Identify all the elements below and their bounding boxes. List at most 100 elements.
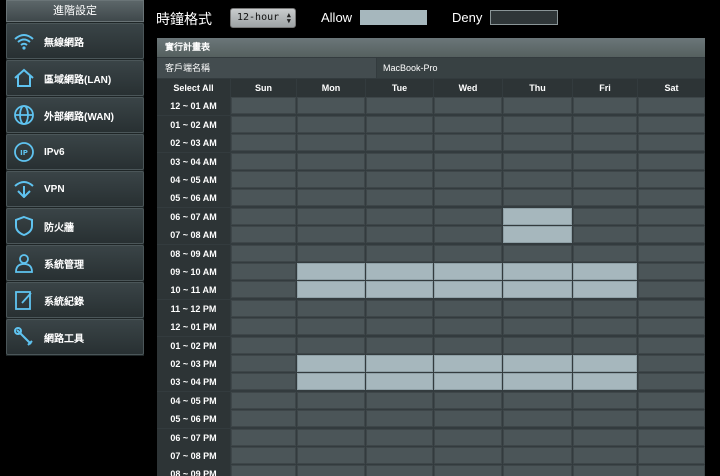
schedule-cell[interactable] [297, 318, 365, 336]
sidebar-item-lan[interactable]: 區域網路(LAN) [6, 60, 144, 96]
schedule-cell[interactable] [503, 281, 572, 299]
time-slot-label[interactable]: 05 ~ 06 PM [157, 410, 230, 429]
schedule-cell[interactable] [638, 189, 705, 207]
schedule-cell[interactable] [503, 115, 572, 133]
time-slot-label[interactable]: 08 ~ 09 AM [157, 244, 230, 263]
schedule-cell[interactable] [503, 355, 572, 372]
day-header-tue[interactable]: Tue [366, 79, 433, 97]
schedule-cell[interactable] [503, 391, 572, 409]
schedule-cell[interactable] [434, 391, 502, 409]
schedule-cell[interactable] [231, 410, 296, 428]
schedule-cell[interactable] [573, 134, 637, 152]
schedule-cell[interactable] [503, 336, 572, 354]
sidebar-item-network-tools[interactable]: 網路工具 [6, 319, 144, 355]
schedule-cell[interactable] [366, 336, 433, 354]
day-header-sat[interactable]: Sat [638, 79, 705, 97]
schedule-cell[interactable] [366, 373, 433, 391]
time-format-select[interactable]: 12-hour ▲ ▼ [230, 8, 296, 28]
schedule-cell[interactable] [297, 115, 365, 133]
schedule-cell[interactable] [434, 207, 502, 225]
schedule-cell[interactable] [503, 447, 572, 464]
schedule-cell[interactable] [573, 152, 637, 170]
schedule-cell[interactable] [231, 207, 296, 225]
schedule-cell[interactable] [297, 373, 365, 391]
day-header-wed[interactable]: Wed [434, 79, 502, 97]
schedule-cell[interactable] [231, 263, 296, 280]
schedule-cell[interactable] [638, 373, 705, 391]
schedule-cell[interactable] [297, 189, 365, 207]
schedule-cell[interactable] [573, 355, 637, 372]
schedule-cell[interactable] [231, 299, 296, 317]
schedule-cell[interactable] [366, 465, 433, 476]
schedule-cell[interactable] [573, 318, 637, 336]
schedule-cell[interactable] [434, 447, 502, 464]
schedule-cell[interactable] [573, 226, 637, 244]
schedule-cell[interactable] [503, 410, 572, 428]
schedule-cell[interactable] [638, 318, 705, 336]
schedule-cell[interactable] [434, 336, 502, 354]
schedule-cell[interactable] [638, 447, 705, 464]
schedule-cell[interactable] [573, 299, 637, 317]
schedule-cell[interactable] [573, 115, 637, 133]
schedule-cell[interactable] [434, 465, 502, 476]
schedule-cell[interactable] [297, 226, 365, 244]
day-header-fri[interactable]: Fri [573, 79, 637, 97]
sidebar-item-syslog[interactable]: 系統紀錄 [6, 282, 144, 318]
day-header-thu[interactable]: Thu [503, 79, 572, 97]
schedule-cell[interactable] [638, 152, 705, 170]
schedule-cell[interactable] [434, 152, 502, 170]
schedule-cell[interactable] [638, 207, 705, 225]
time-slot-label[interactable]: 08 ~ 09 PM [157, 465, 230, 476]
schedule-cell[interactable] [573, 263, 637, 280]
sidebar-item-vpn[interactable]: VPN [6, 171, 144, 207]
schedule-cell[interactable] [573, 189, 637, 207]
schedule-cell[interactable] [503, 299, 572, 317]
schedule-cell[interactable] [297, 428, 365, 446]
schedule-cell[interactable] [503, 152, 572, 170]
schedule-cell[interactable] [231, 318, 296, 336]
schedule-cell[interactable] [366, 281, 433, 299]
schedule-cell[interactable] [638, 465, 705, 476]
schedule-cell[interactable] [434, 373, 502, 391]
sidebar-item-firewall[interactable]: 防火牆 [6, 208, 144, 244]
schedule-cell[interactable] [297, 171, 365, 188]
time-slot-label[interactable]: 06 ~ 07 PM [157, 428, 230, 447]
schedule-cell[interactable] [231, 465, 296, 476]
schedule-cell[interactable] [638, 244, 705, 262]
schedule-cell[interactable] [434, 171, 502, 188]
schedule-cell[interactable] [366, 299, 433, 317]
schedule-cell[interactable] [297, 207, 365, 225]
day-header-mon[interactable]: Mon [297, 79, 365, 97]
schedule-cell[interactable] [297, 152, 365, 170]
schedule-cell[interactable] [434, 115, 502, 133]
schedule-cell[interactable] [366, 428, 433, 446]
schedule-cell[interactable] [231, 97, 296, 115]
time-slot-label[interactable]: 04 ~ 05 PM [157, 391, 230, 410]
schedule-cell[interactable] [366, 244, 433, 262]
schedule-cell[interactable] [638, 97, 705, 115]
schedule-cell[interactable] [231, 171, 296, 188]
schedule-cell[interactable] [366, 391, 433, 409]
schedule-cell[interactable] [638, 410, 705, 428]
schedule-cell[interactable] [503, 171, 572, 188]
schedule-cell[interactable] [434, 134, 502, 152]
schedule-cell[interactable] [231, 336, 296, 354]
schedule-cell[interactable] [503, 189, 572, 207]
schedule-cell[interactable] [573, 244, 637, 262]
time-slot-label[interactable]: 02 ~ 03 AM [157, 134, 230, 153]
schedule-cell[interactable] [231, 428, 296, 446]
schedule-cell[interactable] [366, 355, 433, 372]
schedule-cell[interactable] [638, 134, 705, 152]
schedule-cell[interactable] [503, 373, 572, 391]
schedule-cell[interactable] [503, 244, 572, 262]
schedule-cell[interactable] [434, 263, 502, 280]
schedule-cell[interactable] [638, 115, 705, 133]
schedule-cell[interactable] [231, 226, 296, 244]
schedule-cell[interactable] [434, 410, 502, 428]
schedule-cell[interactable] [297, 447, 365, 464]
schedule-cell[interactable] [366, 171, 433, 188]
schedule-cell[interactable] [638, 355, 705, 372]
schedule-cell[interactable] [366, 134, 433, 152]
schedule-cell[interactable] [503, 134, 572, 152]
schedule-cell[interactable] [573, 465, 637, 476]
